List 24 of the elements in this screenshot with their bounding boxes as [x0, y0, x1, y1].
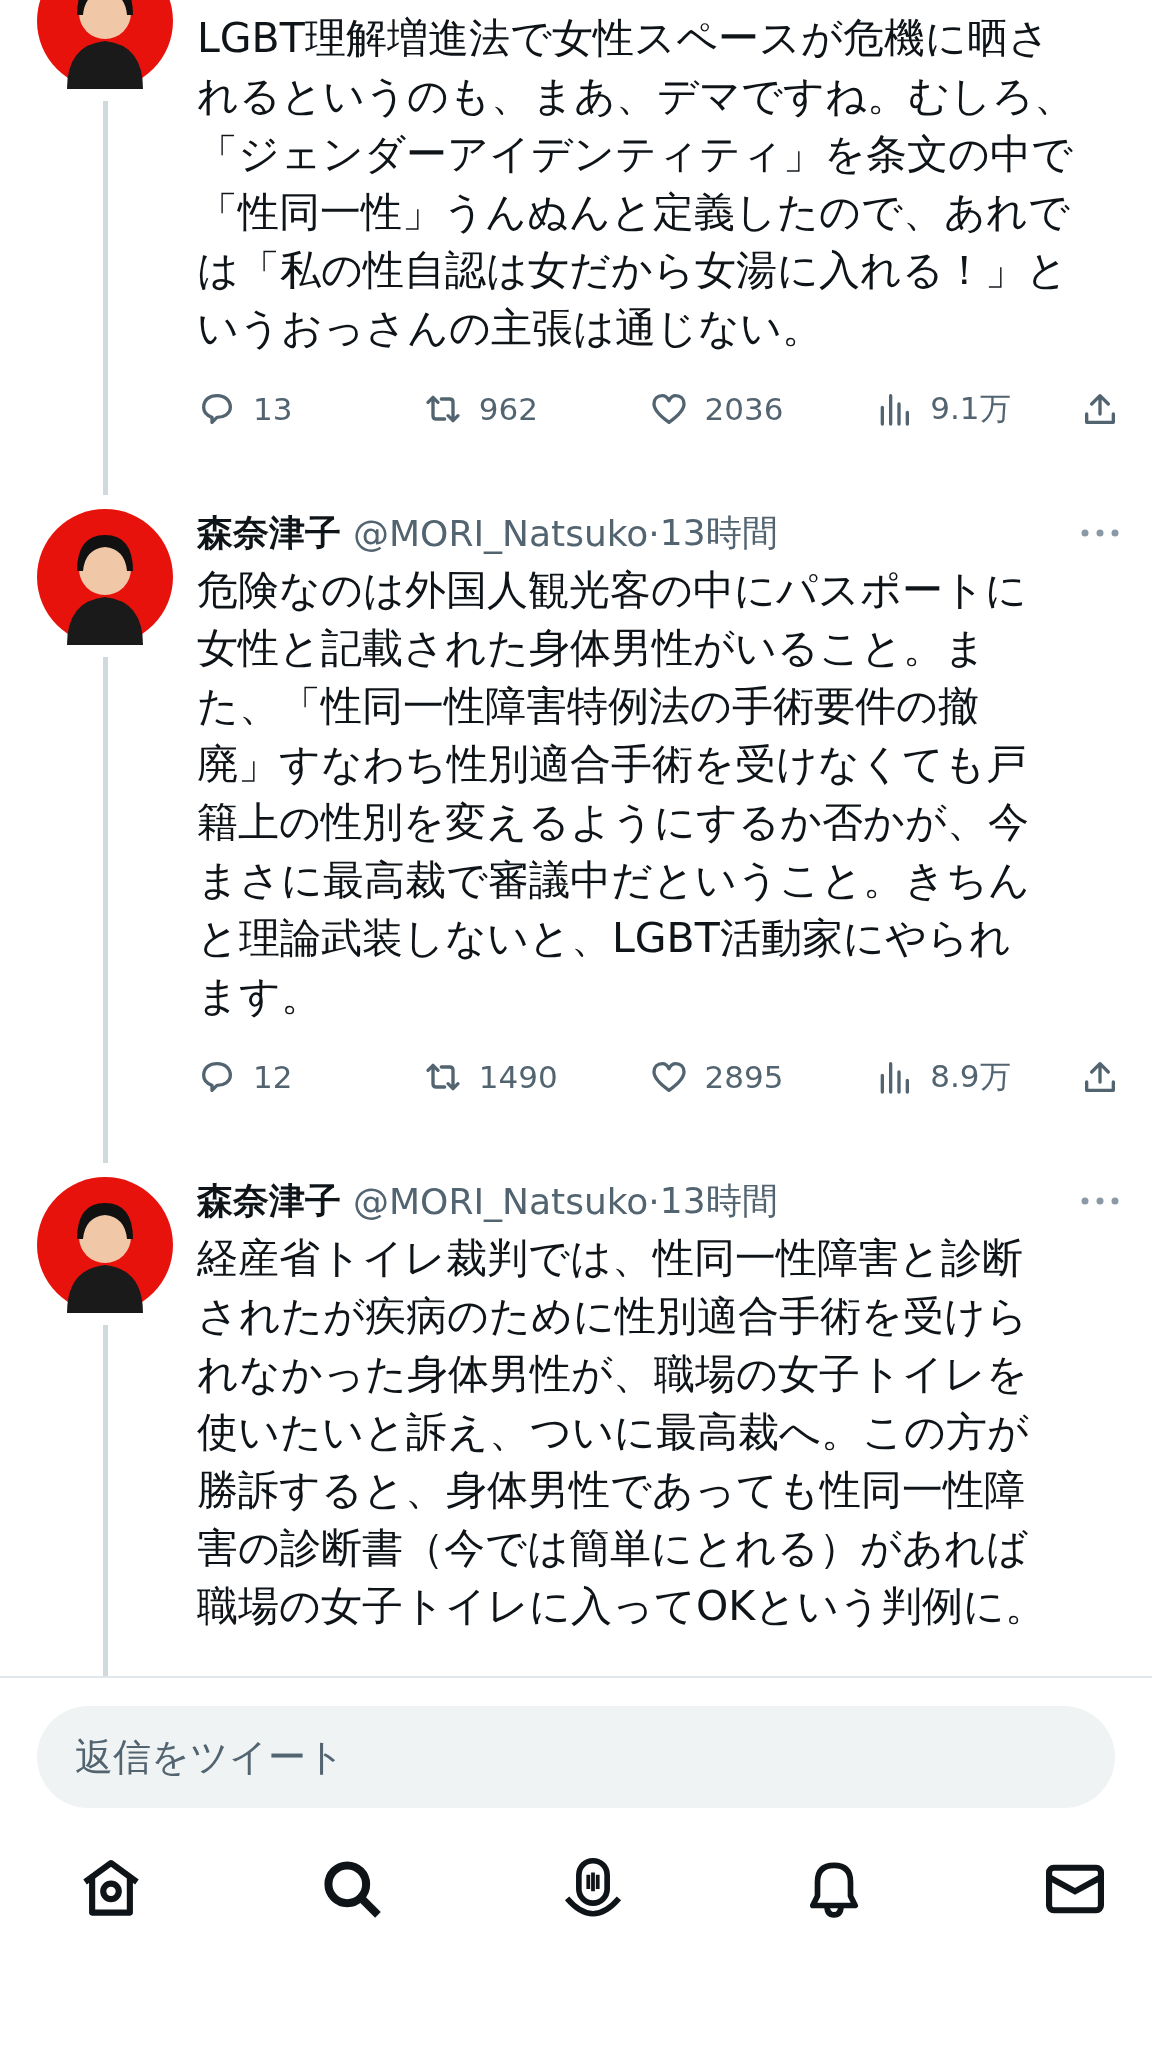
separator-dot: ·: [648, 512, 660, 554]
avatar[interactable]: [37, 509, 173, 645]
author-handle[interactable]: @MORI_Natsuko: [353, 1180, 649, 1222]
separator-dot: ·: [648, 1180, 660, 1222]
retweet-count: 962: [478, 391, 538, 427]
more-icon[interactable]: [1080, 1196, 1120, 1206]
reply-count: 13: [253, 391, 293, 427]
like-count: 2895: [704, 1059, 784, 1095]
tweet-text: 経産省トイレ裁判では、性同一性障害と診断 されたが疾病のために性別適合手術を受けら れなかった身体男性が、職場の女子トイレを 使いたいと訴え、ついに最高裁へ。この方が 勝訴すると、身体男性であっても性同一性障 害の診断書（今では簡単にとれる）があれば 職場の女子トイレに入ってOKという判例に。: [197, 1233, 1048, 1632]
more-icon[interactable]: [1080, 528, 1120, 538]
retweet-count: 1490: [478, 1059, 558, 1095]
author-handle[interactable]: @MORI_Natsuko: [353, 512, 649, 554]
view-count: 9.1万: [930, 389, 1011, 428]
tweet-text: LGBT理解増進法で女性スペースが危機に晒さ れるというのも、まあ、デマですね。むしろ、 「ジェンダーアイデンティティ」を条文の中で 「性同一性」うんぬんと定義したので、あれで は「私の性自認は女だから女湯に入れる！」と いうおっさんの主張は通じない。: [197, 13, 1076, 354]
like-count: 2036: [704, 391, 784, 427]
author-name[interactable]: 森奈津子: [197, 508, 341, 558]
avatar[interactable]: [37, 1177, 173, 1313]
view-count: 8.9万: [930, 1057, 1011, 1096]
timestamp[interactable]: 13時間: [659, 508, 778, 558]
tweet-text: 危険なのは外国人観光客の中にパスポートに 女性と記載された身体男性がいること。ま た、「性同一性障害特例法の手術要件の撤 廃」すなわち性別適合手術を受けなくても戸 籍上の性別を変えるようにするか否かが、今 まさに最高裁で審議中だということ。きちん と理論武装しないと、LGBT活動家にやられ ます。: [197, 565, 1031, 1022]
reply-count: 12: [253, 1059, 293, 1095]
timestamp[interactable]: 13時間: [659, 1176, 778, 1226]
author-name[interactable]: 森奈津子: [197, 1176, 341, 1226]
reply-field[interactable]: 返信をツイート: [37, 1706, 1115, 1808]
